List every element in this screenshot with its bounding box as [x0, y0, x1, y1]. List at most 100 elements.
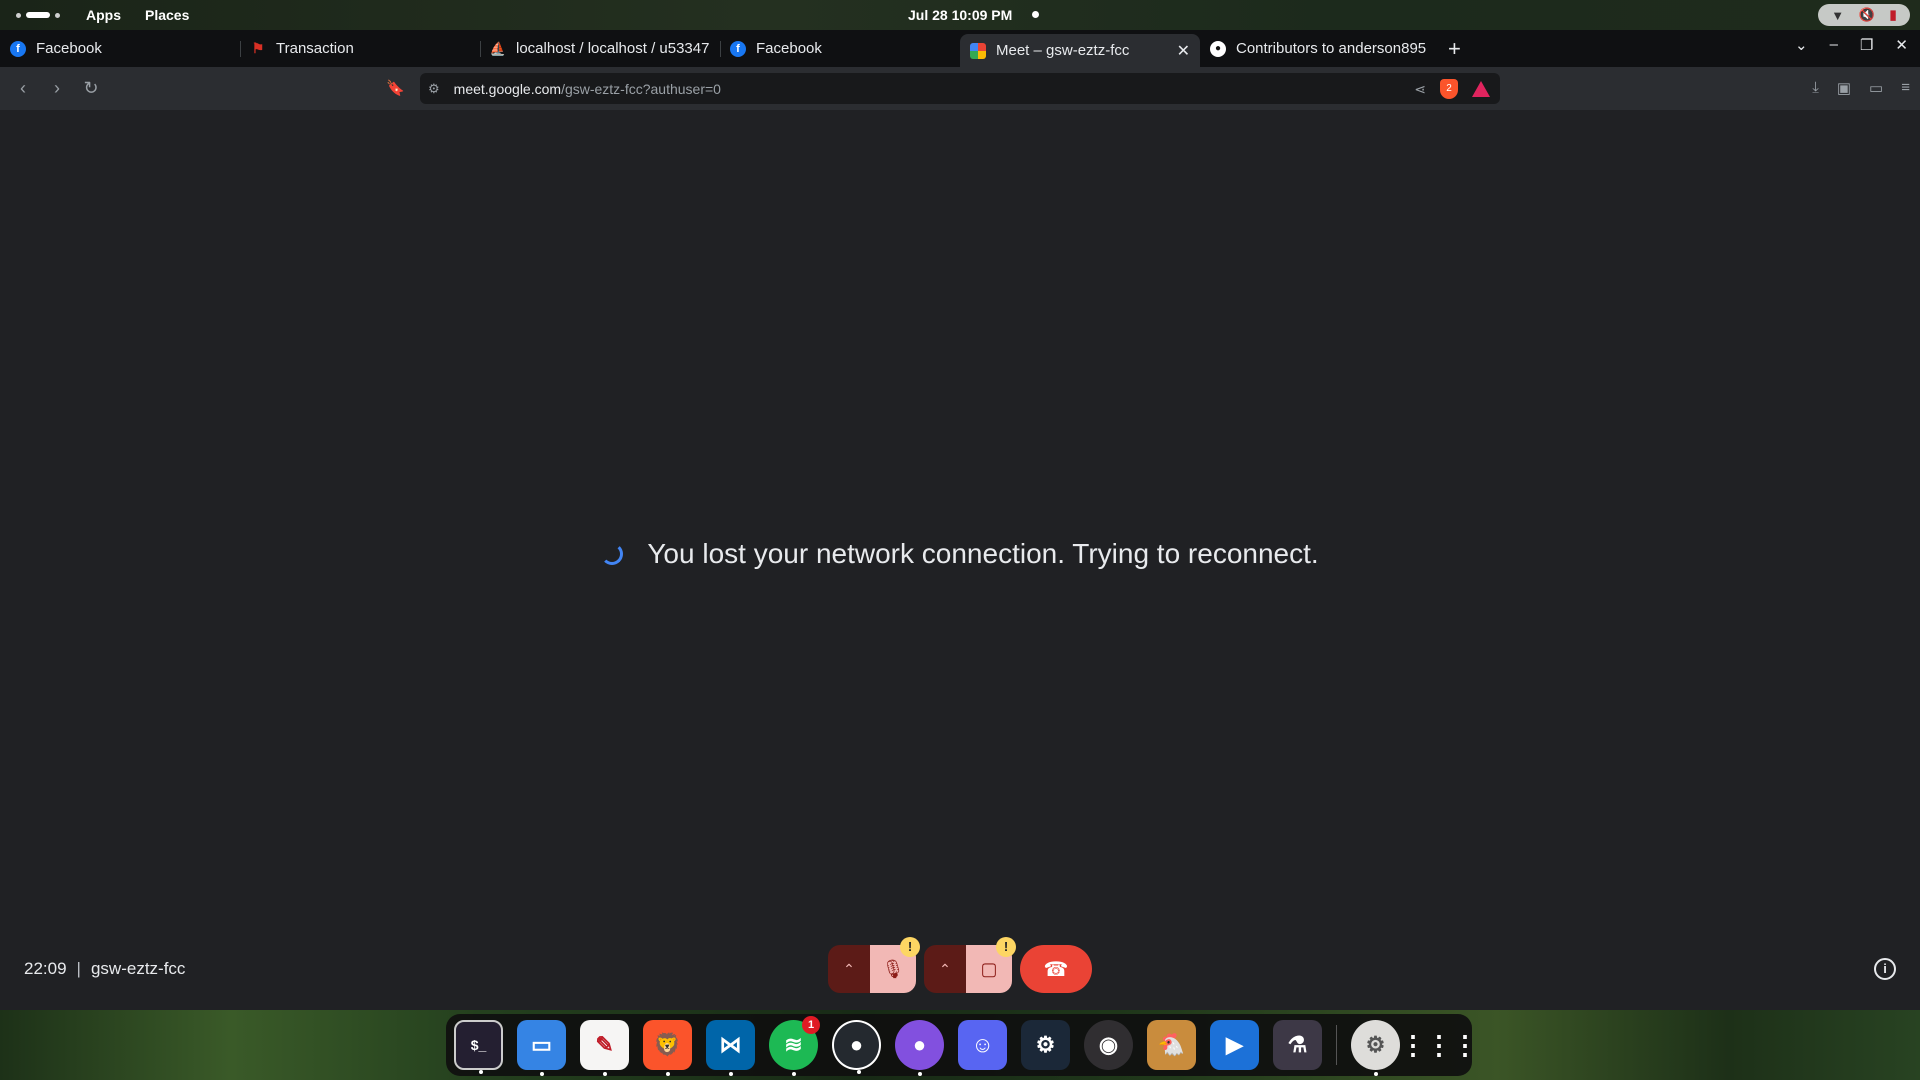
separator: |	[76, 959, 81, 978]
workspace-indicator[interactable]	[16, 12, 60, 18]
microphone-button[interactable]: 🎙 !	[870, 937, 920, 993]
site-info-icon[interactable]: ⚙	[428, 81, 440, 97]
brave-shields-icon[interactable]: 2	[1440, 79, 1458, 99]
tweaks-app[interactable]: ⚗	[1272, 1020, 1322, 1070]
facebook-icon: f	[730, 40, 746, 57]
volume-muted-icon: 🔇	[1858, 7, 1875, 22]
files-app[interactable]: ▭	[517, 1020, 567, 1076]
wallet-icon[interactable]: ▭	[1869, 79, 1883, 97]
clock[interactable]: Jul 28 10:09 PM	[908, 7, 1012, 23]
tab-facebook-2[interactable]: f Facebook	[720, 34, 960, 64]
places-menu[interactable]: Places	[145, 7, 189, 23]
video-options-button[interactable]: ⌃	[924, 945, 966, 993]
window-controls: ⌄ – ❐ ✕	[1795, 36, 1908, 54]
tab-title: Meet – gsw-eztz-fcc	[996, 42, 1130, 59]
sidebar-icon[interactable]: ▣	[1837, 79, 1851, 97]
dock: $_ ▭ ✎ 🦁 ⋈ ≋ 1 ● ● ☺ ⚙ ◉ 🐔 ▶ ⚗ ⚙ ⋮⋮⋮	[446, 1014, 1478, 1076]
vscode-app[interactable]: ⋈	[706, 1020, 756, 1076]
meeting-details: 22:09 | gsw-eztz-fcc	[24, 959, 185, 979]
game-app[interactable]: 🐔	[1147, 1020, 1196, 1070]
downloads-icon[interactable]: ⤓	[1812, 79, 1819, 97]
tab-meet[interactable]: Meet – gsw-eztz-fcc ✕	[960, 34, 1200, 67]
call-controls: ⌃ 🎙 ! ⌃ ▢ ! ☎	[828, 937, 1092, 993]
text-editor-app[interactable]: ✎	[580, 1020, 630, 1076]
reload-icon[interactable]: ↻	[74, 78, 108, 99]
tab-phpmyadmin[interactable]: ⛵ localhost / localhost / u53347	[480, 34, 720, 64]
running-indicator	[918, 1072, 923, 1076]
github-app[interactable]: ●	[895, 1020, 945, 1076]
running-indicator	[792, 1072, 797, 1076]
spotify-app[interactable]: ≋ 1	[769, 1016, 820, 1076]
running-indicator	[540, 1072, 545, 1076]
running-indicator	[1373, 1072, 1378, 1076]
kdenlive-app[interactable]: ▶	[1210, 1020, 1259, 1070]
terminal-app[interactable]: $_	[454, 1020, 504, 1074]
bookmark-icon[interactable]: 🔖	[386, 79, 405, 97]
workspace-dot[interactable]	[55, 12, 60, 18]
github-purple-icon: ●	[912, 1032, 927, 1057]
loading-spinner-icon	[601, 543, 624, 565]
discord-app[interactable]: ☺	[958, 1020, 1008, 1070]
camera-button[interactable]: ▢ !	[966, 937, 1016, 993]
tab-strip: f Facebook ⚑ Transaction ⛵ localhost / l…	[0, 30, 1920, 67]
share-icon[interactable]: ⋖	[1414, 81, 1426, 98]
mic-warning-badge: !	[900, 937, 920, 957]
show-apps-button[interactable]: ⋮⋮⋮	[1400, 1020, 1478, 1070]
vscode-icon: ⋈	[719, 1032, 742, 1057]
obs-icon: ◉	[1098, 1032, 1119, 1057]
running-indicator	[857, 1070, 861, 1074]
minimize-icon[interactable]: –	[1830, 36, 1838, 54]
forward-icon[interactable]: ›	[40, 78, 74, 99]
battery-icon: ▮	[1889, 7, 1897, 22]
system-top-bar: Apps Places Jul 28 10:09 PM ▼ 🔇 ▮	[0, 0, 1920, 30]
running-indicator	[603, 1072, 608, 1076]
apps-menu[interactable]: Apps	[86, 7, 121, 23]
running-indicator	[666, 1072, 671, 1076]
brave-rewards-icon[interactable]	[1472, 81, 1490, 97]
github-icon: ●	[849, 1032, 864, 1057]
tab-title: Contributors to anderson895	[1236, 40, 1427, 57]
text-editor-icon: ✎	[595, 1032, 614, 1057]
running-indicator	[729, 1072, 734, 1076]
transaction-icon: ⚑	[251, 40, 265, 56]
meeting-info-icon[interactable]: i	[1874, 958, 1896, 980]
workspace-dot[interactable]	[16, 12, 21, 18]
steam-app[interactable]: ⚙	[1021, 1020, 1071, 1070]
settings-app[interactable]: ⚙	[1350, 1020, 1400, 1076]
tab-title: Facebook	[36, 40, 102, 57]
address-bar[interactable]: ⚙ meet.google.com/gsw-eztz-fcc?authuser=…	[420, 73, 1500, 104]
audio-control-group: ⌃ 🎙 !	[828, 937, 920, 993]
close-tab-icon[interactable]: ✕	[1177, 41, 1190, 61]
new-tab-button[interactable]: +	[1448, 36, 1461, 62]
tab-transaction[interactable]: ⚑ Transaction	[240, 34, 480, 64]
folder-icon: ▭	[531, 1032, 552, 1057]
audio-options-button[interactable]: ⌃	[828, 945, 870, 993]
dock-separator	[1335, 1025, 1337, 1065]
tab-title: Transaction	[276, 40, 354, 57]
brave-app[interactable]: 🦁	[643, 1020, 693, 1076]
leave-call-button[interactable]: ☎	[1020, 945, 1092, 993]
camera-off-icon: ▢	[980, 958, 998, 979]
kdenlive-icon: ▶	[1226, 1032, 1243, 1057]
system-tray[interactable]: ▼ 🔇 ▮	[1818, 4, 1910, 26]
tab-github[interactable]: ● Contributors to anderson895	[1200, 34, 1440, 64]
meet-page: You lost your network connection. Trying…	[0, 110, 1920, 1010]
tab-title: Facebook	[756, 40, 822, 57]
close-window-icon[interactable]: ✕	[1895, 36, 1908, 54]
active-workspace[interactable]	[26, 12, 50, 18]
tweaks-icon: ⚗	[1287, 1032, 1308, 1057]
tab-facebook[interactable]: f Facebook	[0, 34, 240, 64]
back-icon[interactable]: ‹	[6, 78, 40, 99]
brave-icon: 🦁	[653, 1032, 682, 1057]
tab-search-icon[interactable]: ⌄	[1795, 36, 1808, 54]
url-path: /gsw-eztz-fcc?authuser=0	[561, 80, 721, 97]
terminal-icon: $_	[470, 1037, 487, 1053]
notification-dot	[1032, 11, 1039, 18]
maximize-icon[interactable]: ❐	[1860, 36, 1873, 54]
browser-toolbar: ‹ › ↻ 🔖 ⚙ meet.google.com/gsw-eztz-fcc?a…	[0, 67, 1920, 110]
menu-icon[interactable]: ≡	[1901, 79, 1910, 97]
obs-app[interactable]: ◉	[1084, 1020, 1134, 1070]
github-desktop-app[interactable]: ●	[832, 1020, 882, 1074]
spotify-icon: ≋	[784, 1032, 803, 1057]
mic-off-icon: 🎙	[881, 958, 905, 979]
